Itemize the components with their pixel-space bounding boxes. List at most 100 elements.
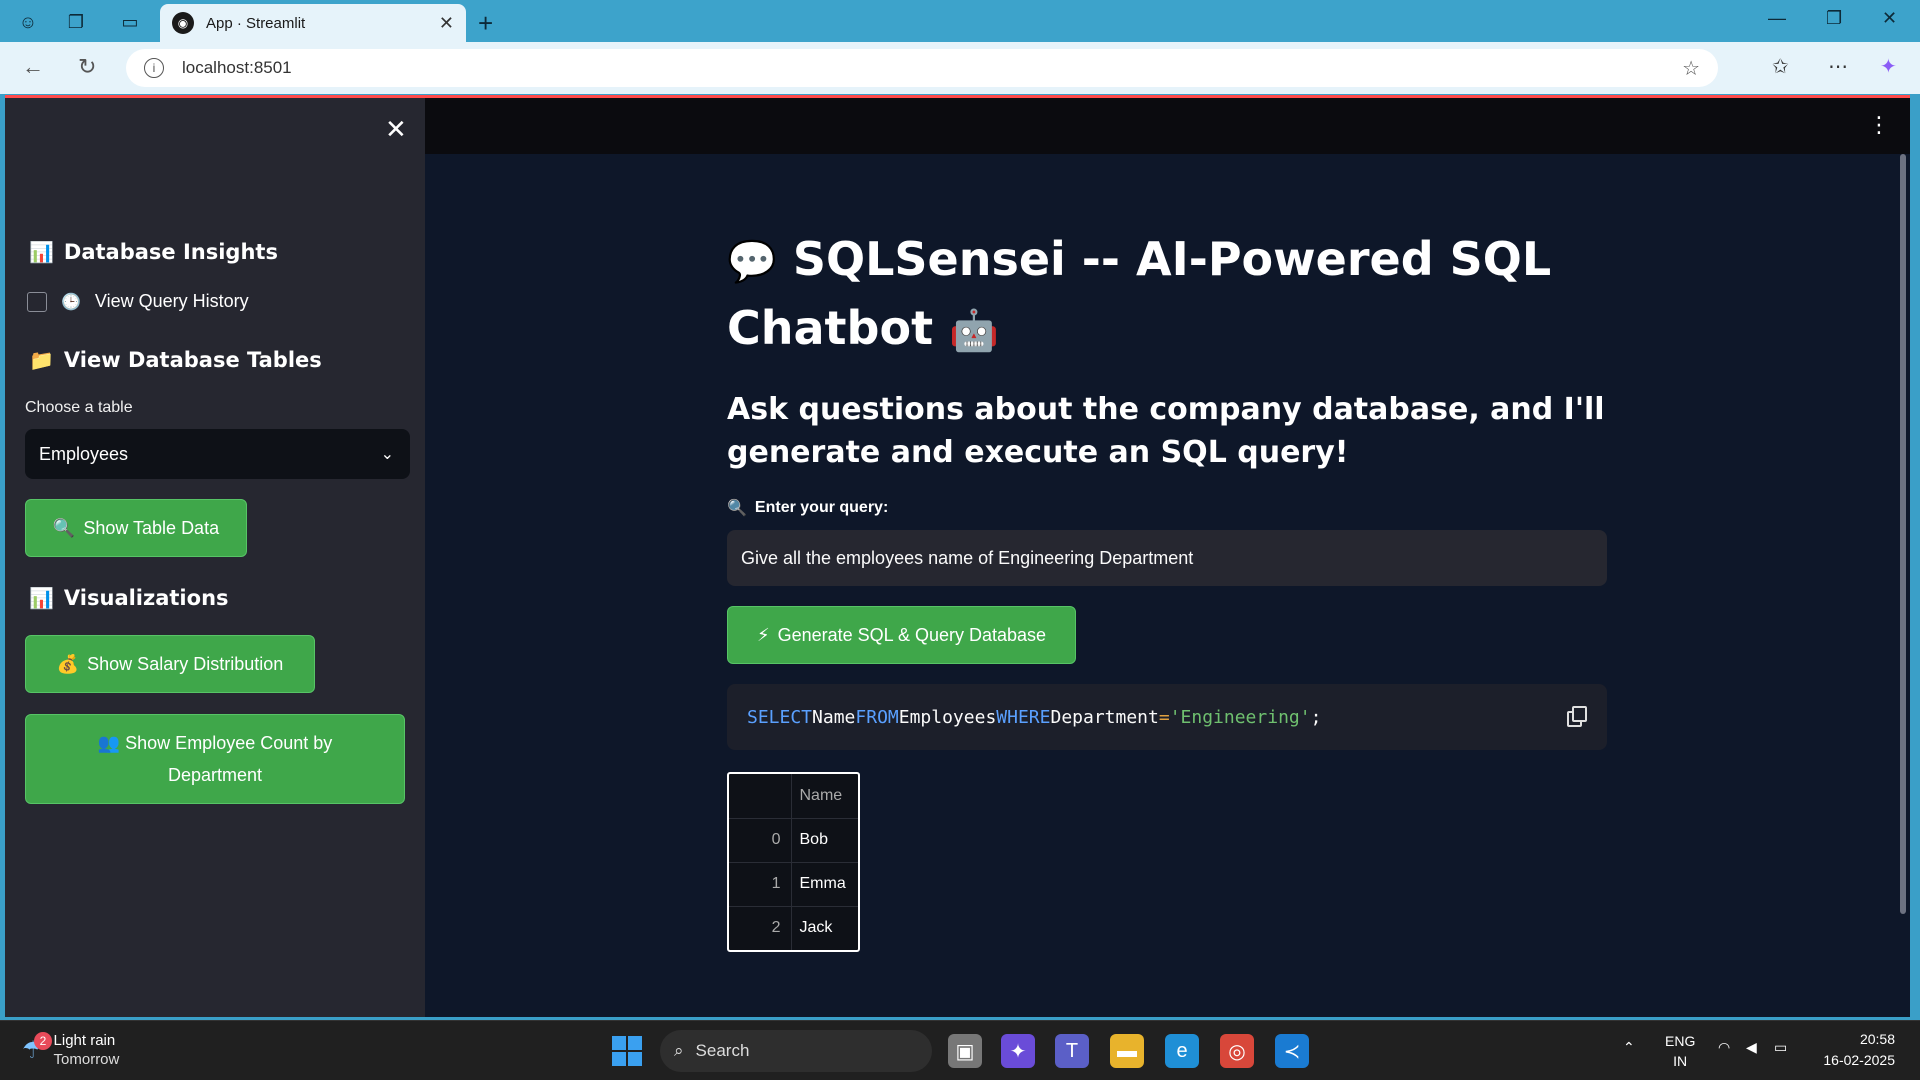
robot-icon: 🤖	[949, 308, 999, 354]
new-tab-icon[interactable]: +	[478, 8, 493, 39]
weather-text: Light rain Tomorrow	[54, 1031, 120, 1069]
sql-code-block: SELECT Name FROM Employees WHERE Departm…	[727, 684, 1607, 750]
taskbar-search[interactable]: ⌕ Search	[660, 1030, 932, 1072]
sql-keyword: WHERE	[996, 706, 1051, 728]
show-hidden-icons-icon[interactable]: ⌃	[1623, 1039, 1635, 1056]
address-bar[interactable]: i localhost:8501 ☆	[126, 49, 1718, 87]
page-title: 💬 SQLSensei -- AI-Powered SQL Chatbot 🤖	[727, 226, 1612, 364]
main-scrollbar[interactable]	[1900, 154, 1906, 914]
query-label-text: Enter your query:	[754, 499, 889, 516]
weather-when: Tomorrow	[53, 1051, 120, 1068]
streamlit-favicon-icon: ◉	[172, 12, 194, 34]
result-table: Name 0 Bob 1 Emma 2 Jack	[729, 774, 858, 950]
taskbar-search-label: Search	[695, 1041, 750, 1060]
back-icon[interactable]: ←	[22, 54, 44, 80]
main-menu-icon[interactable]: ⋮	[1868, 112, 1890, 138]
generate-sql-button[interactable]: ⚡ Generate SQL & Query Database	[727, 606, 1076, 664]
table-row: 0 Bob	[729, 818, 858, 863]
copilot-icon[interactable]: ✦	[1880, 54, 1897, 79]
row-index: 1	[729, 862, 792, 907]
browser-tab[interactable]: ◉ App · Streamlit ✕	[160, 4, 466, 42]
row-value[interactable]: Jack	[791, 906, 858, 950]
app-header: ⋮	[425, 98, 1910, 154]
choose-table-label: Choose a table	[25, 399, 133, 416]
query-history-checkbox[interactable]: 🕒 View Query History	[27, 291, 249, 312]
sql-table: Employees	[898, 706, 997, 728]
favorites-icon[interactable]: ✩	[1772, 54, 1789, 79]
profile-avatar-icon[interactable]: ☺	[14, 8, 42, 36]
sql-keyword: SELECT	[747, 706, 813, 728]
copy-icon[interactable]	[1567, 706, 1587, 727]
page-title-text: SQLSensei -- AI-Powered SQL Chatbot	[727, 232, 1552, 355]
windows-start-icon[interactable]	[612, 1036, 642, 1066]
file-explorer-icon[interactable]: ▬	[1110, 1034, 1144, 1068]
table-select[interactable]: Employees ⌄	[25, 429, 410, 479]
battery-icon[interactable]: ▭	[1774, 1039, 1787, 1056]
show-table-data-button[interactable]: 🔍 Show Table Data	[25, 499, 247, 557]
query-input-value: Give all the employees name of Engineeri…	[741, 547, 1194, 568]
close-sidebar-icon[interactable]: ✕	[385, 114, 407, 145]
row-value[interactable]: Emma	[791, 862, 858, 907]
tab-title: App · Streamlit	[206, 14, 306, 32]
query-input[interactable]: Give all the employees name of Engineeri…	[727, 530, 1607, 586]
language-indicator[interactable]: ENG IN	[1665, 1031, 1695, 1071]
teams-icon[interactable]: T	[1055, 1034, 1089, 1068]
clock-time: 20:58	[1859, 1031, 1895, 1047]
weather-widget[interactable]: ☂ 2 Light rain Tomorrow	[22, 1031, 119, 1069]
employee-count-button-label: Show Employee Count by Department	[125, 733, 333, 785]
speech-bubble-icon: 💬	[727, 239, 777, 285]
favorite-star-icon[interactable]: ☆	[1682, 56, 1700, 81]
page-subtitle: Ask questions about the company database…	[727, 392, 1605, 470]
selected-table-value: Employees	[39, 443, 129, 464]
salary-button-label: Show Salary Distribution	[87, 654, 284, 674]
column-header[interactable]: Name	[791, 774, 858, 819]
streamlit-app: ✕ 📊 Database Insights 🕒 View Query Histo…	[5, 95, 1910, 1017]
query-history-label: View Query History	[94, 291, 249, 311]
sql-column: Name	[812, 706, 856, 728]
vscode-icon[interactable]: ≺	[1275, 1034, 1309, 1068]
show-employee-count-button[interactable]: 👥 Show Employee Count by Department	[25, 714, 405, 804]
row-index: 2	[729, 906, 792, 950]
restore-icon[interactable]: ❐	[1826, 8, 1842, 29]
chevron-down-icon[interactable]: ⌄	[381, 444, 394, 464]
visualizations-heading-text: Visualizations	[63, 586, 229, 610]
show-salary-distribution-button[interactable]: 💰 Show Salary Distribution	[25, 635, 315, 693]
notification-badge: 2	[34, 1031, 52, 1050]
checkbox-box[interactable]	[27, 291, 47, 312]
system-clock[interactable]: 20:58 16-02-2025	[1810, 1029, 1895, 1071]
close-tab-icon[interactable]: ✕	[439, 13, 454, 34]
sql-field: Department	[1050, 706, 1159, 728]
workspaces-icon[interactable]: ❐	[62, 8, 90, 36]
tables-heading-text: View Database Tables	[63, 348, 322, 372]
sidebar: ✕ 📊 Database Insights 🕒 View Query Histo…	[5, 98, 425, 1017]
insights-heading: 📊 Database Insights	[29, 240, 278, 264]
copilot-app-icon[interactable]: ✦	[1001, 1034, 1035, 1068]
language-code: ENG	[1665, 1033, 1696, 1049]
tables-heading: 📁 View Database Tables	[29, 348, 322, 372]
row-value[interactable]: Bob	[791, 818, 858, 863]
more-menu-icon[interactable]: ⋯	[1828, 54, 1848, 79]
rain-icon: ☂ 2	[22, 1031, 52, 1065]
task-view-icon[interactable]: ▣	[948, 1034, 982, 1068]
wifi-icon[interactable]: ◠	[1718, 1039, 1730, 1056]
site-info-icon[interactable]: i	[144, 58, 164, 78]
edge-icon[interactable]: e	[1165, 1034, 1199, 1068]
sql-string: 'Engineering'	[1169, 706, 1311, 728]
clock-date: 16-02-2025	[1823, 1052, 1895, 1068]
url-text: localhost:8501	[182, 58, 292, 77]
query-label: 🔍 Enter your query:	[727, 498, 888, 518]
close-window-icon[interactable]: ✕	[1882, 8, 1897, 29]
result-dataframe[interactable]: Name 0 Bob 1 Emma 2 Jack	[727, 772, 860, 952]
tab-actions-icon[interactable]: ▭	[116, 8, 144, 36]
show-table-data-label: Show Table Data	[83, 518, 220, 538]
refresh-icon[interactable]: ↻	[78, 54, 96, 80]
magnifier-icon: 🔍	[727, 500, 747, 517]
minimize-icon[interactable]: —	[1768, 8, 1786, 29]
chrome-icon[interactable]: ◎	[1220, 1034, 1254, 1068]
insights-heading-text: Database Insights	[63, 240, 278, 264]
volume-icon[interactable]: ◀	[1746, 1039, 1757, 1056]
people-icon: 👥	[97, 733, 121, 753]
employee-count-button-text: 👥 Show Employee Count by Department	[86, 727, 344, 791]
region-code: IN	[1673, 1053, 1688, 1069]
table-header-row: Name	[729, 774, 858, 819]
